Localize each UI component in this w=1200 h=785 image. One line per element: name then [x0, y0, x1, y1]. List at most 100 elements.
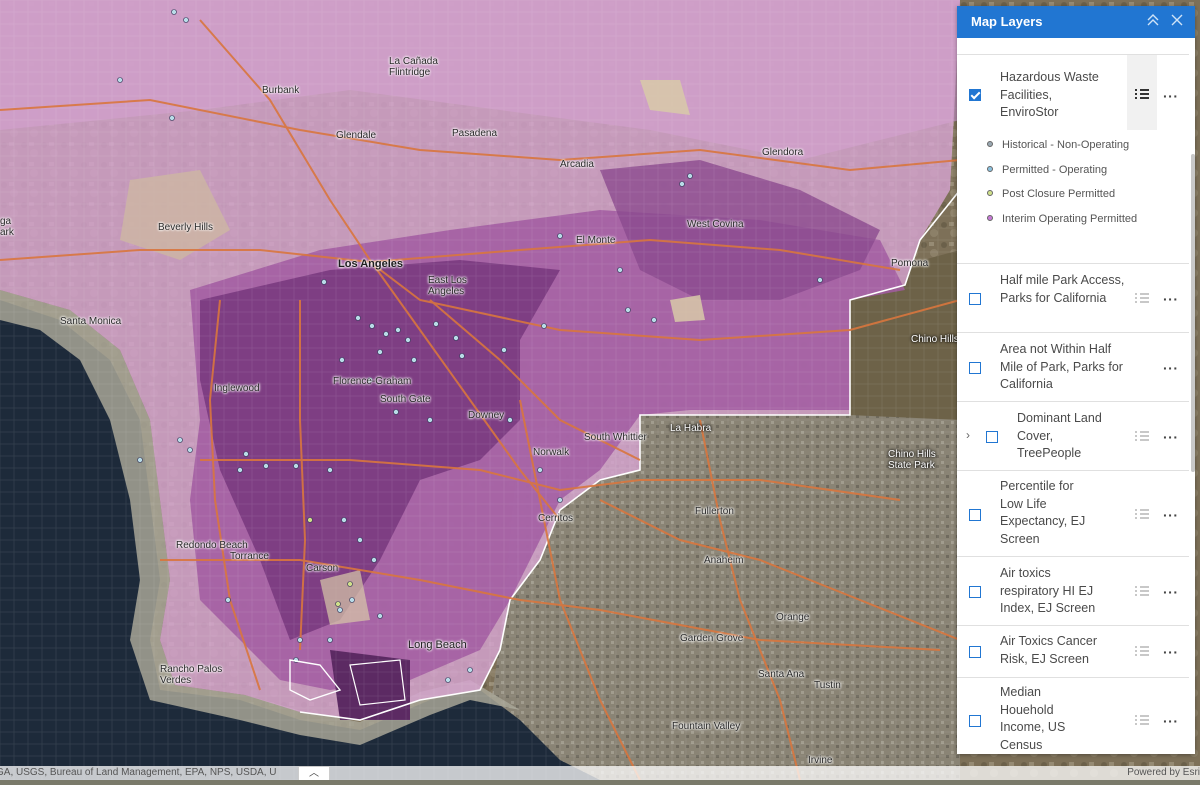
place-label: Glendale [336, 130, 377, 141]
place-label: Garden Grove [680, 633, 744, 644]
place-label: South Whittier [584, 432, 647, 443]
place-label: South Gate [380, 394, 431, 405]
place-label: East Los Angeles [428, 275, 467, 297]
layer-visibility-checkbox[interactable] [969, 89, 981, 101]
more-options-icon[interactable]: ··· [1163, 645, 1179, 659]
layer-visibility-checkbox[interactable] [969, 362, 981, 374]
layer-visibility-checkbox[interactable] [969, 646, 981, 658]
layer-visibility-checkbox[interactable] [969, 586, 981, 598]
layer-item-area-not-within[interactable]: Area not Within Half Mile of Park, Parks… [957, 333, 1189, 402]
layer-label: Percentile for Low Life Expectancy, EJ S… [1000, 479, 1086, 546]
layer-item-half-mile-park[interactable]: Half mile Park Access, Parks for Califor… [957, 264, 1189, 333]
place-label: Orange [776, 612, 810, 623]
layer-label: Dominant Land Cover, TreePeople [1017, 411, 1102, 460]
place-label: El Monte [576, 235, 616, 246]
legend-dot-icon [987, 190, 993, 196]
place-label: Irvine [808, 755, 833, 766]
census-tracts [0, 0, 960, 780]
place-label: Downey [468, 410, 505, 421]
place-label: Tustin [814, 680, 841, 691]
more-options-icon[interactable]: ··· [1163, 508, 1179, 522]
layer-item-air-toxics-resp[interactable]: Air toxics respiratory HI EJ Index, EJ S… [957, 557, 1189, 626]
place-label: Santa Monica [60, 316, 122, 327]
chevron-double-up-icon[interactable] [1145, 13, 1161, 29]
place-label: Norwalk [533, 447, 570, 458]
layer-item-land-cover[interactable]: › Dominant Land Cover, TreePeople ··· [957, 402, 1189, 471]
place-label: West Covina [687, 219, 744, 230]
legend-list-icon[interactable] [1135, 585, 1149, 598]
place-label: Burbank [262, 85, 300, 96]
place-label: Florence-Graham [333, 376, 412, 387]
legend-list-icon[interactable] [1135, 430, 1149, 443]
more-options-icon[interactable]: ··· [1163, 585, 1179, 599]
place-label: Beverly Hills [158, 222, 214, 233]
legend-item: Post Closure Permitted [987, 187, 1137, 212]
place-label: La Habra [670, 423, 712, 434]
place-label: Fullerton [695, 506, 734, 517]
legend-list-icon[interactable] [1135, 714, 1149, 727]
attribution-expand-button[interactable]: ︿ [298, 766, 330, 780]
layer-legend: Historical - Non-Operating Permitted - O… [987, 138, 1137, 236]
layer-visibility-checkbox[interactable] [986, 431, 998, 443]
place-label: Carson [306, 563, 339, 574]
place-label: Glendora [762, 147, 804, 158]
legend-dot-icon [987, 214, 993, 221]
panel-header: Map Layers [957, 6, 1195, 38]
more-options-icon[interactable]: ··· [1163, 430, 1179, 444]
layer-visibility-checkbox[interactable] [969, 293, 981, 305]
place-label: Redondo Beach [176, 540, 248, 551]
place-label: Pomona [891, 258, 929, 269]
more-options-icon[interactable]: ··· [1163, 89, 1179, 103]
place-label: Fountain Valley [672, 721, 741, 732]
place-label: ga [0, 216, 12, 227]
layer-item-hazardous-waste[interactable]: Hazardous Waste Facilities, EnviroStor ·… [957, 55, 1189, 264]
legend-list-icon[interactable] [1135, 292, 1149, 305]
place-label: Torrance [230, 551, 269, 562]
legend-list-icon[interactable] [1135, 88, 1149, 101]
legend-dot-icon [987, 165, 993, 172]
layer-item-low-life-expectancy[interactable]: Percentile for Low Life Expectancy, EJ S… [957, 471, 1189, 557]
place-label: Inglewood [214, 383, 260, 394]
powered-by-text[interactable]: Powered by Esri [1127, 766, 1200, 780]
place-label: Chino Hills State Park [888, 449, 936, 471]
attribution-text: GA, USGS, Bureau of Land Management, EPA… [0, 767, 277, 778]
list-top-spacer [957, 38, 1189, 55]
legend-item: Permitted - Operating [987, 163, 1137, 188]
place-label: ark [0, 227, 14, 238]
layer-item-median-income[interactable]: Median Houehold Income, US Census ··· [957, 678, 1189, 754]
place-label: Anaheim [704, 555, 744, 566]
place-label: Arcadia [560, 159, 594, 170]
more-options-icon[interactable]: ··· [1163, 714, 1179, 728]
layer-visibility-checkbox[interactable] [969, 715, 981, 727]
place-label: Rancho Palos Verdes [160, 664, 223, 686]
layer-list-scrollbar[interactable] [1191, 154, 1195, 472]
layer-item-air-toxics-cancer[interactable]: Air Toxics Cancer Risk, EJ Screen ··· [957, 626, 1189, 678]
chevron-up-icon: ︿ [309, 768, 319, 779]
panel-title: Map Layers [971, 14, 1043, 29]
layer-list[interactable]: Hazardous Waste Facilities, EnviroStor ·… [957, 38, 1189, 754]
layer-label: Median Houehold Income, US Census [1000, 685, 1066, 752]
place-label: Pasadena [452, 128, 498, 139]
legend-dot-icon [987, 141, 993, 147]
place-label: Cerritos [538, 513, 574, 524]
layer-label: Air toxics respiratory HI EJ Index, EJ S… [1000, 566, 1096, 615]
place-label: La Cañada Flintridge [389, 56, 438, 78]
layer-label: Area not Within Half Mile of Park, Parks… [1000, 342, 1123, 391]
close-icon[interactable] [1169, 13, 1185, 29]
legend-item: Historical - Non-Operating [987, 138, 1137, 163]
chevron-right-icon[interactable]: › [966, 428, 970, 442]
layer-label: Hazardous Waste Facilities, EnviroStor [1000, 70, 1099, 119]
legend-list-icon[interactable] [1135, 645, 1149, 658]
layer-visibility-checkbox[interactable] [969, 509, 981, 521]
layer-label: Air Toxics Cancer Risk, EJ Screen [1000, 634, 1098, 666]
more-options-icon[interactable]: ··· [1163, 361, 1179, 375]
more-options-icon[interactable]: ··· [1163, 292, 1179, 306]
place-label: Long Beach [408, 639, 467, 651]
attribution-bar: GA, USGS, Bureau of Land Management, EPA… [0, 766, 1200, 780]
legend-item: Interim Operating Permitted [987, 212, 1137, 237]
layer-label: Half mile Park Access, Parks for Califor… [1000, 273, 1125, 305]
legend-list-icon[interactable] [1135, 508, 1149, 521]
map-layers-panel: Map Layers Hazardous Waste Facilities, E… [957, 6, 1195, 754]
place-label: Chino Hills [911, 334, 959, 345]
place-label: Los Angeles [338, 258, 403, 270]
